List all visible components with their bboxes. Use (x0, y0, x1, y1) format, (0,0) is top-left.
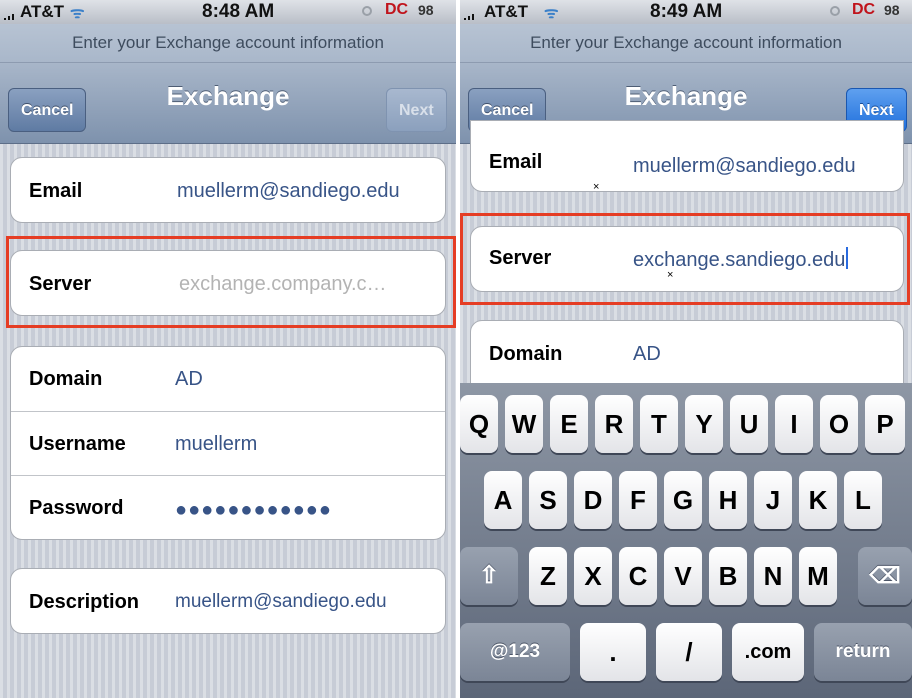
description-label: Description (29, 591, 140, 613)
status-time: 8:48 AM (202, 1, 275, 22)
email-field[interactable]: muellerm@sandiego.edu (177, 180, 400, 203)
key-r[interactable]: R (595, 395, 633, 453)
key-f[interactable]: F (619, 471, 657, 529)
key-g[interactable]: G (664, 471, 702, 529)
server-card: Server exchange.sandiego.edu × (470, 226, 904, 292)
carrier-label: AT&T (20, 2, 65, 21)
key-o[interactable]: O (820, 395, 858, 453)
domain-row[interactable]: Domain AD (471, 321, 903, 385)
server-field[interactable]: exchange.sandiego.edu (633, 247, 849, 272)
key-x[interactable]: X (574, 547, 612, 605)
email-row[interactable]: Email muellerm@sandiego.edu (471, 121, 903, 191)
domain-label: Domain (29, 368, 103, 390)
dc-icon: DC (852, 1, 876, 18)
password-label: Password (29, 497, 124, 519)
instruction-prompt: Enter your Exchange account information (0, 24, 456, 63)
wifi-icon: ᯤ (544, 5, 559, 22)
description-card: Description muellerm@sandiego.edu (10, 568, 446, 634)
delete-key[interactable]: ⌫ (858, 547, 912, 605)
server-field-text: exchange.sandiego.edu (633, 249, 846, 271)
key-w[interactable]: W (505, 395, 543, 453)
return-key[interactable]: return (814, 623, 912, 681)
key-q[interactable]: Q (460, 395, 498, 453)
shift-icon: ⇧ (478, 562, 500, 589)
domain-label: Domain (489, 343, 563, 365)
next-button[interactable]: Next (386, 88, 447, 132)
key-k[interactable]: K (799, 471, 837, 529)
domain-row[interactable]: Domain AD (11, 347, 445, 411)
instruction-prompt: Enter your Exchange account information (460, 24, 912, 63)
lock-icon (362, 6, 372, 16)
key-a[interactable]: A (484, 471, 522, 529)
key-e[interactable]: E (550, 395, 588, 453)
slash-key[interactable]: / (656, 623, 722, 681)
battery-percent: 98 (418, 2, 434, 18)
key-y[interactable]: Y (685, 395, 723, 453)
dotcom-key[interactable]: .com (732, 623, 804, 681)
left-screen: AT&T ᯤ 8:48 AM DC 98 Enter your Exchange… (0, 0, 456, 698)
key-z[interactable]: Z (529, 547, 567, 605)
numbers-key[interactable]: @123 (460, 623, 570, 681)
key-d[interactable]: D (574, 471, 612, 529)
email-field[interactable]: muellerm@sandiego.edu (633, 155, 856, 178)
lock-icon (830, 6, 840, 16)
right-screen: AT&T ᯤ 8:49 AM DC 98 Enter your Exchange… (460, 0, 912, 698)
shift-key[interactable]: ⇧ (460, 547, 518, 605)
key-p[interactable]: P (865, 395, 905, 453)
wifi-icon: ᯤ (70, 5, 85, 22)
description-field[interactable]: muellerm@sandiego.edu (175, 591, 387, 613)
navigation-bar: Cancel Exchange Next (0, 63, 456, 144)
username-field[interactable]: muellerm (175, 433, 257, 456)
password-field[interactable]: ●●●●●●●●●●●● (175, 499, 332, 522)
signal-icon (464, 14, 478, 20)
key-b[interactable]: B (709, 547, 747, 605)
delete-icon: ⌫ (869, 563, 901, 588)
password-row[interactable]: Password ●●●●●●●●●●●● (11, 475, 445, 539)
server-card: Server exchange.company.c… (10, 250, 446, 316)
keyboard: Q W E R T Y U I O P A S D F G H J K L ⇧ … (460, 383, 912, 698)
key-c[interactable]: C (619, 547, 657, 605)
status-bar: AT&T ᯤ 8:49 AM DC 98 (460, 0, 912, 24)
credentials-card: Domain AD Username muellerm Password ●●●… (10, 346, 446, 540)
key-h[interactable]: H (709, 471, 747, 529)
tap-marker-icon: × (667, 269, 674, 281)
page-title: Exchange (624, 81, 748, 111)
status-time: 8:49 AM (650, 1, 723, 22)
signal-icon (4, 14, 18, 20)
domain-field[interactable]: AD (175, 368, 203, 391)
carrier-label: AT&T (484, 2, 529, 21)
tap-marker-icon: × (593, 181, 600, 192)
server-label: Server (489, 247, 552, 269)
description-row[interactable]: Description muellerm@sandiego.edu (11, 569, 445, 633)
server-label: Server (29, 273, 92, 295)
server-row[interactable]: Server exchange.sandiego.edu (471, 227, 903, 291)
key-i[interactable]: I (775, 395, 813, 453)
server-row[interactable]: Server exchange.company.c… (11, 251, 445, 315)
username-row[interactable]: Username muellerm (11, 411, 445, 476)
email-label: Email (489, 151, 543, 173)
dot-key[interactable]: . (580, 623, 646, 681)
key-m[interactable]: M (799, 547, 837, 605)
username-label: Username (29, 433, 126, 455)
email-label: Email (29, 180, 83, 202)
email-row[interactable]: Email muellerm@sandiego.edu (11, 158, 445, 222)
email-card: Email muellerm@sandiego.edu × (470, 120, 904, 192)
key-j[interactable]: J (754, 471, 792, 529)
domain-field[interactable]: AD (633, 343, 661, 366)
key-n[interactable]: N (754, 547, 792, 605)
key-v[interactable]: V (664, 547, 702, 605)
key-l[interactable]: L (844, 471, 882, 529)
dc-icon: DC (385, 1, 409, 18)
key-u[interactable]: U (730, 395, 768, 453)
status-bar: AT&T ᯤ 8:48 AM DC 98 (0, 0, 456, 24)
key-t[interactable]: T (640, 395, 678, 453)
text-cursor (846, 247, 849, 269)
email-card: Email muellerm@sandiego.edu (10, 157, 446, 223)
server-field[interactable]: exchange.company.c… (179, 273, 387, 296)
battery-percent: 98 (884, 2, 900, 18)
key-s[interactable]: S (529, 471, 567, 529)
